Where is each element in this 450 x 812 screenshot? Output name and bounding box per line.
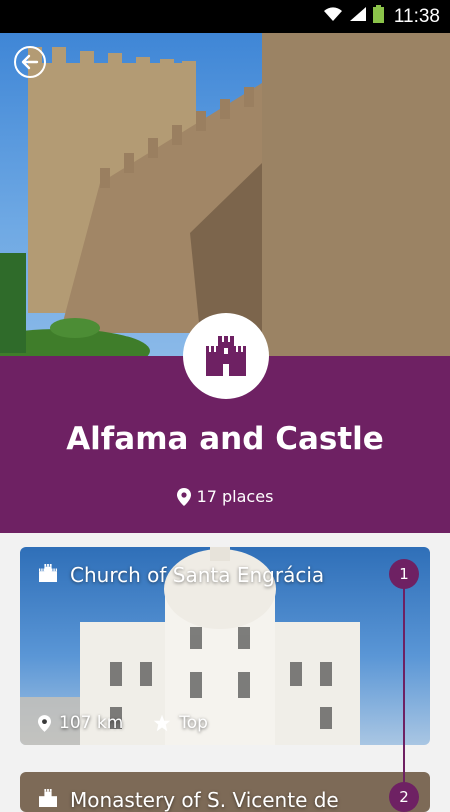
arrow-left-icon: [21, 54, 39, 70]
area-title: Alfama and Castle: [66, 421, 384, 457]
signal-icon: [349, 6, 367, 27]
timeline-line: [403, 575, 405, 800]
place-number-badge: 1: [389, 559, 419, 589]
place-tag: Top: [179, 713, 208, 733]
area-badge: [183, 313, 269, 399]
location-pin-icon: [38, 714, 51, 732]
places-count: 17 places: [0, 487, 450, 506]
castle-icon: [206, 336, 246, 376]
back-button[interactable]: [14, 46, 46, 78]
battery-icon: [372, 5, 384, 28]
status-time: 11:38: [393, 5, 440, 27]
location-pin-icon: [176, 487, 191, 506]
place-meta: 107 km Top: [38, 713, 208, 733]
hero-image: [0, 33, 450, 356]
castle-icon: [38, 789, 58, 812]
wifi-icon: [323, 6, 343, 27]
place-card[interactable]: Monastery of S. Vicente de: [20, 772, 430, 812]
place-distance: 107 km: [59, 713, 124, 733]
place-name: Church of Santa Engrácia: [70, 563, 325, 587]
castle-icon: [38, 564, 58, 587]
place-name: Monastery of S. Vicente de: [70, 788, 339, 812]
places-count-label: 17 places: [196, 487, 274, 506]
status-bar: 11:38: [0, 0, 450, 33]
place-card[interactable]: Church of Santa Engrácia 107 km Top: [20, 547, 430, 745]
star-icon: [154, 714, 171, 732]
place-number-badge: 2: [389, 782, 419, 812]
